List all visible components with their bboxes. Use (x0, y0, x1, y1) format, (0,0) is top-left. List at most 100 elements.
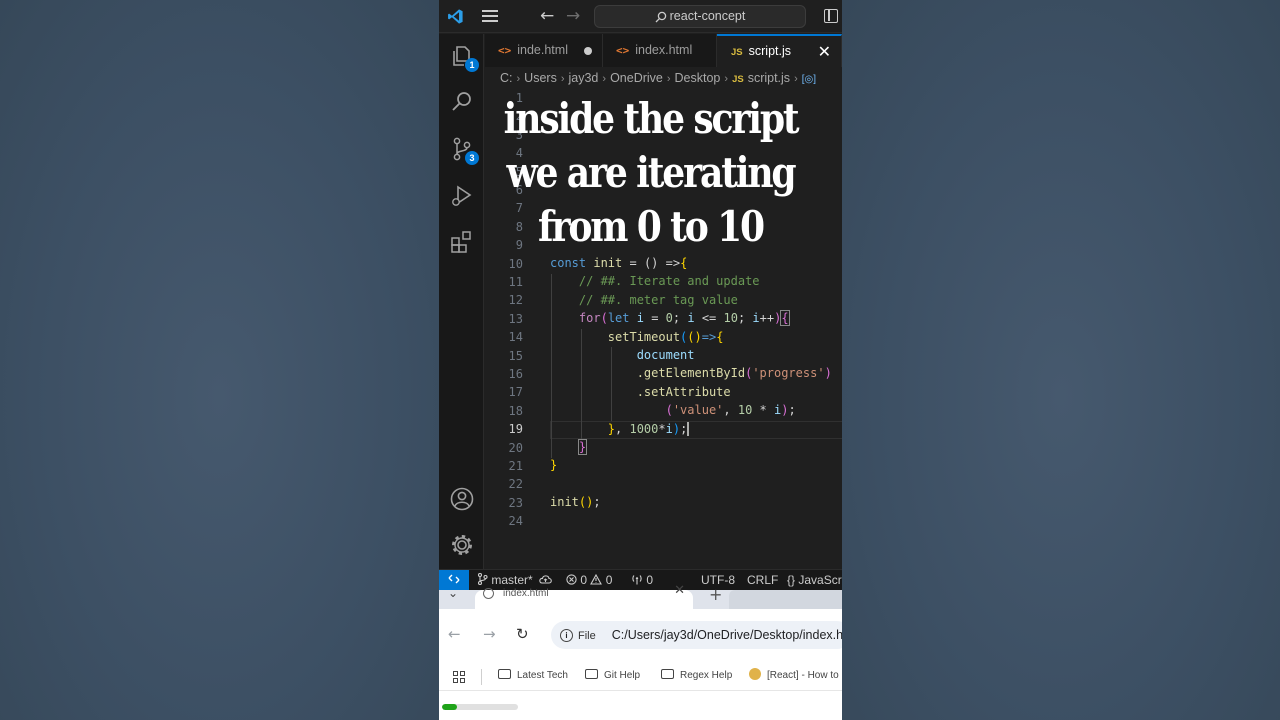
close-tab-icon[interactable]: ✕ (674, 584, 685, 597)
bookmark-git-help[interactable]: Git Help (585, 667, 640, 685)
line-number: 13 (508, 311, 523, 326)
browser-tab[interactable]: index.html ✕ (475, 584, 693, 609)
bookmark-regex-help[interactable]: Regex Help (661, 667, 732, 685)
caption-line: we are iterating (506, 148, 797, 197)
breadcrumb: C: › Users › jay3d › OneDrive › Desktop › JS script… (500, 71, 817, 85)
branch-status[interactable]: master* (477, 570, 552, 590)
vscode-titlebar: ← → react-concept (439, 0, 842, 33)
code-line-18: ('value', 10 * i); (665, 403, 796, 418)
code-line-15: document (636, 348, 695, 362)
explorer-button[interactable]: 1 (449, 43, 479, 72)
vscode-logo-icon (448, 9, 463, 24)
bookmark-label: Regex Help (680, 670, 733, 681)
bookmark-latest-tech[interactable]: Latest Tech (498, 667, 568, 685)
remote-icon (448, 574, 460, 584)
tab-index-html[interactable]: <> index.html (603, 34, 717, 67)
language-name: JavaScr (798, 573, 842, 587)
apps-grid-icon[interactable] (453, 671, 466, 684)
branch-name: master* (491, 573, 533, 587)
line-number: 17 (508, 385, 523, 400)
search-icon (452, 92, 471, 111)
tab-label: script.js (748, 44, 791, 58)
code-line-23: init(); (550, 495, 601, 510)
breadcrumb-item[interactable]: Desktop (675, 71, 721, 85)
forward-icon[interactable]: → (483, 625, 496, 643)
activity-bar: 1 3 (439, 34, 484, 569)
line-number: 16 (508, 367, 523, 381)
bookmark-favicon-icon (749, 668, 761, 680)
branch-icon (477, 572, 488, 586)
breadcrumb-item[interactable]: jay3d (569, 71, 599, 85)
line-number: 23 (508, 495, 523, 510)
code-line-17: .setAttribute (636, 384, 731, 399)
breadcrumb-item[interactable]: OneDrive (610, 71, 663, 85)
explorer-badge: 1 (465, 58, 479, 72)
gear-icon (452, 535, 472, 555)
run-debug-button[interactable] (449, 183, 475, 209)
code-line-16: .getElementById('progress') (636, 366, 832, 381)
code-line-20: } (577, 439, 588, 455)
line-number: 19 (508, 422, 523, 437)
line-number: 15 (508, 348, 523, 363)
run-debug-icon (452, 185, 472, 206)
reload-icon[interactable]: ↻ (516, 625, 529, 643)
tab-search-chevron-icon[interactable]: ⌄ (448, 586, 458, 600)
tab-inde-html[interactable]: <> inde.html (485, 34, 603, 67)
folder-icon (661, 669, 674, 679)
meter-fill (442, 704, 458, 710)
extensions-icon (451, 231, 471, 253)
bookmark-label: [React] - How to (767, 670, 839, 681)
video-caption: inside the script we are iterating from … (485, 92, 816, 254)
caption-line: inside the script (503, 94, 800, 143)
warning-icon (590, 573, 603, 585)
problems-status[interactable]: 0 0 (566, 570, 612, 590)
warning-count: 0 (605, 573, 613, 587)
info-icon[interactable]: i (560, 629, 573, 643)
tab-label: inde.html (517, 43, 568, 57)
extensions-button[interactable] (449, 229, 475, 255)
workspace-name: react-concept (669, 9, 746, 23)
video-background-right (842, 0, 1280, 720)
accounts-button[interactable] (449, 486, 475, 512)
code-line-10: const init = () =>{ (550, 256, 688, 270)
ports-status[interactable]: 0 (631, 570, 653, 590)
address-bar[interactable]: i File C:/Users/jay3d/OneDrive/Desktop/ind… (551, 621, 842, 649)
symbol-icon[interactable]: [◎] (802, 74, 816, 85)
browser-tab-title: index.html (503, 588, 549, 599)
back-arrow-icon[interactable]: ← (540, 6, 554, 26)
search-view-button[interactable] (449, 89, 475, 115)
breadcrumb-item[interactable]: script.js (748, 71, 790, 85)
forward-arrow-icon[interactable]: → (566, 6, 580, 26)
braces-icon: {} (787, 573, 796, 587)
unsaved-dot-icon[interactable] (584, 47, 592, 55)
close-icon[interactable]: ✕ (818, 36, 831, 67)
back-icon[interactable]: ← (448, 625, 461, 643)
line-number: 18 (508, 403, 523, 418)
command-center-search[interactable]: react-concept (594, 5, 806, 28)
line-number: 20 (508, 440, 523, 455)
folder-icon (498, 669, 511, 679)
toggle-panel-icon[interactable] (824, 9, 838, 23)
breadcrumb-item[interactable]: C: (500, 71, 513, 85)
editor-tabs: <> inde.html <> index.html JS script.js ✕ (485, 34, 842, 67)
line-number: 12 (508, 293, 523, 308)
tab-strip-empty (729, 590, 842, 609)
breadcrumb-item[interactable]: Users (524, 71, 557, 85)
code-line-21: } (550, 458, 558, 473)
sync-icon[interactable] (539, 574, 552, 585)
error-icon (566, 574, 577, 585)
manage-button[interactable] (449, 532, 475, 558)
browser-toolbar: ← → ↻ i File C:/Users/jay3d/OneDrive/Deskt… (439, 609, 842, 661)
new-tab-icon[interactable]: + (709, 585, 722, 604)
tab-script-js[interactable]: JS script.js ✕ (717, 34, 842, 67)
eol-status[interactable]: CRLF (747, 570, 778, 590)
line-number: 24 (508, 514, 523, 529)
divider (481, 669, 482, 685)
js-file-icon: JS (732, 74, 744, 85)
source-control-button[interactable]: 3 (449, 136, 479, 165)
bookmark-react-how-to[interactable]: [React] - How to (749, 667, 839, 685)
language-status[interactable]: {} JavaScr (787, 570, 842, 590)
menu-icon[interactable] (482, 10, 498, 22)
line-number: 21 (508, 459, 523, 473)
screen-recording: ← → react-concept 1 3 <> inde.html <> in… (439, 0, 842, 720)
